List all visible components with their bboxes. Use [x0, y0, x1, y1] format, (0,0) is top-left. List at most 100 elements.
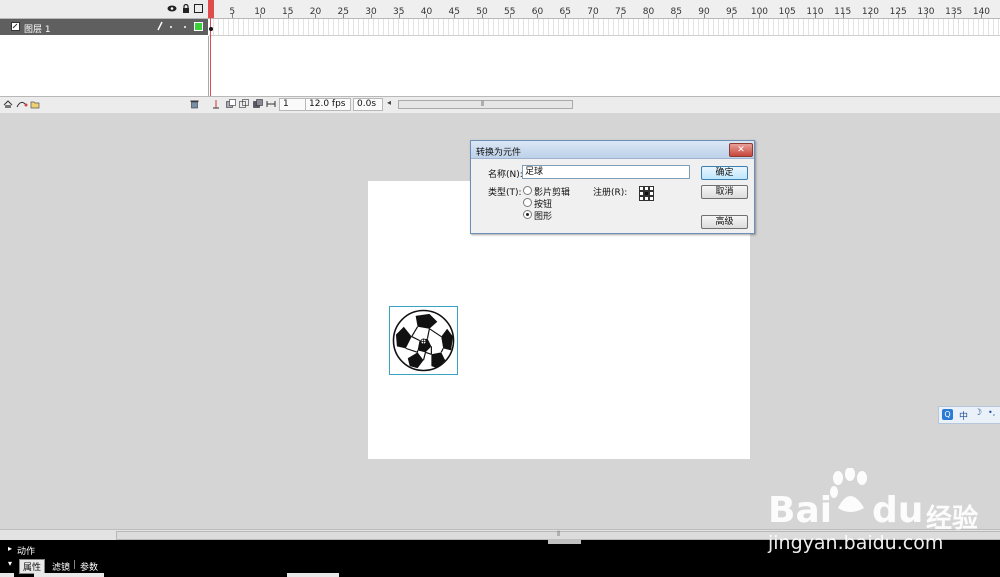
- scroll-left-icon[interactable]: ◂: [387, 98, 391, 107]
- ruler-tick: [315, 14, 317, 18]
- ruler-tick: [592, 14, 594, 18]
- ruler-tick: [814, 14, 816, 18]
- add-layer-icon[interactable]: [3, 99, 13, 112]
- pencil-icon: [156, 21, 164, 34]
- center-frame-icon[interactable]: [212, 99, 220, 112]
- onion-skin-outline-icon[interactable]: [239, 99, 250, 112]
- playhead[interactable]: [208, 0, 214, 18]
- scroll-grip-icon: ⦀: [481, 100, 485, 108]
- panel-field: [287, 573, 339, 577]
- paw-icon: [828, 467, 872, 519]
- ruler-tick: [343, 14, 345, 18]
- ruler-tick: [925, 14, 927, 18]
- ruler-tick: [759, 14, 761, 18]
- trash-icon[interactable]: [190, 99, 199, 112]
- modify-onion-markers-icon[interactable]: [266, 99, 276, 112]
- timeline-panel: 图层 1 5 10 15 20 25 30 35 40 45 50 55 60 65 70 75 80 85 90…: [0, 0, 1000, 113]
- advanced-button[interactable]: 高级: [701, 215, 748, 229]
- radio-graphic[interactable]: [523, 210, 532, 219]
- ruler-tick: [426, 14, 428, 18]
- current-frame-field: 1: [279, 98, 307, 111]
- ime-toolbar[interactable]: Q 中 ☽ •,: [938, 406, 1000, 424]
- ruler-tick: [676, 14, 678, 18]
- cancel-button[interactable]: 取消: [701, 185, 748, 199]
- ok-button[interactable]: 确定: [701, 166, 748, 180]
- ruler-tick: [481, 14, 483, 18]
- radio-graphic-label[interactable]: 图形: [534, 209, 552, 222]
- lock-dot[interactable]: [184, 26, 186, 28]
- watermark-brand-right: du: [872, 490, 924, 531]
- add-motion-guide-icon[interactable]: [16, 99, 28, 112]
- ime-lang-toggle[interactable]: 中: [959, 409, 968, 422]
- frame-rate-field[interactable]: 12.0 fps: [305, 98, 351, 111]
- outline-color-swatch[interactable]: [194, 22, 203, 31]
- convert-to-symbol-dialog: 转换为元件 ✕ 名称(N): 足球 类型(T): 影片剪辑 按钮 图形 注册(R…: [470, 140, 755, 234]
- watermark-url: jingyan.baidu.com: [768, 532, 944, 554]
- radio-button[interactable]: [523, 198, 532, 207]
- reg-point[interactable]: [649, 196, 654, 201]
- ruler-tick: [454, 14, 456, 18]
- frame-row[interactable]: [209, 19, 1000, 36]
- lock-icon[interactable]: [181, 3, 190, 13]
- ruler-tick: [287, 14, 289, 18]
- actions-panel-title[interactable]: 动作: [17, 544, 35, 557]
- ruler-tick: [898, 14, 900, 18]
- ruler-tick: [509, 14, 511, 18]
- ruler-tick: [703, 14, 705, 18]
- ruler-tick: [259, 14, 261, 18]
- edit-multiple-frames-icon[interactable]: [253, 99, 264, 112]
- panel-edge: [0, 573, 14, 577]
- layer-row[interactable]: 图层 1: [0, 19, 208, 35]
- ruler-tick: [787, 14, 789, 18]
- timeline-scrollbar[interactable]: ⦀: [398, 100, 573, 109]
- outline-square-icon[interactable]: [194, 4, 203, 13]
- moon-icon[interactable]: ☽: [974, 408, 982, 418]
- layer-header: [0, 0, 209, 19]
- eye-icon[interactable]: [167, 4, 177, 13]
- ruler-tick: [537, 14, 539, 18]
- watermark-brand-cn: 经验: [926, 504, 979, 534]
- frame-ruler[interactable]: 5 10 15 20 25 30 35 40 45 50 55 60 65 70 75 80 85 90 95 100…: [209, 0, 1000, 19]
- registration-label: 注册(R):: [593, 188, 628, 198]
- keyframe-marker[interactable]: [209, 27, 213, 31]
- ime-logo-icon[interactable]: Q: [942, 409, 953, 420]
- ruler-tick: [870, 14, 872, 18]
- soccer-ball-selection[interactable]: [389, 306, 458, 375]
- registration-point-grid[interactable]: [639, 186, 654, 201]
- layer-type-icon: [11, 22, 20, 34]
- ruler-tick: [953, 14, 955, 18]
- layer-list-empty: [0, 36, 209, 96]
- symbol-name-input[interactable]: 足球: [522, 165, 690, 179]
- ruler-tick: [648, 14, 650, 18]
- name-label: 名称(N):: [488, 170, 523, 180]
- timeline-footer: 1 12.0 fps 0.0s ◂ ⦀: [0, 96, 1000, 113]
- panel-resize-handle[interactable]: [548, 539, 581, 544]
- ruler-tick: [842, 14, 844, 18]
- radio-movie-clip[interactable]: [523, 186, 532, 195]
- expand-arrow-icon[interactable]: ▸: [8, 544, 12, 553]
- dialog-titlebar[interactable]: 转换为元件 ✕: [471, 141, 754, 159]
- close-button[interactable]: ✕: [729, 143, 753, 157]
- layer-name[interactable]: 图层 1: [24, 22, 51, 35]
- ruler-tick: [398, 14, 400, 18]
- collapse-arrow-icon[interactable]: ▾: [8, 559, 12, 568]
- properties-panel-header: ▾ 属性 滤镜 | 参数: [0, 558, 1000, 577]
- type-label: 类型(T):: [488, 188, 522, 198]
- ruler-tick: [731, 14, 733, 18]
- watermark-brand-left: Bai: [768, 490, 833, 531]
- dialog-title: 转换为元件: [476, 148, 522, 158]
- new-folder-icon[interactable]: [30, 99, 40, 112]
- tab-properties[interactable]: 属性: [19, 559, 46, 574]
- visibility-dot[interactable]: [170, 26, 172, 28]
- panel-field: [34, 573, 104, 577]
- baidu-jingyan-watermark: Bai du 经验 jingyan.baidu.com: [768, 467, 1000, 558]
- elapsed-time-field: 0.0s: [353, 98, 383, 111]
- tab-separator: |: [73, 560, 77, 570]
- tab-filters[interactable]: 滤镜: [52, 560, 70, 573]
- tab-parameters[interactable]: 参数: [80, 560, 98, 573]
- ruler-tick: [370, 14, 372, 18]
- onion-skin-icon[interactable]: [226, 99, 237, 112]
- punctuation-toggle[interactable]: •,: [988, 408, 995, 417]
- soccer-ball-graphic: [392, 309, 455, 372]
- ruler-tick: [620, 14, 622, 18]
